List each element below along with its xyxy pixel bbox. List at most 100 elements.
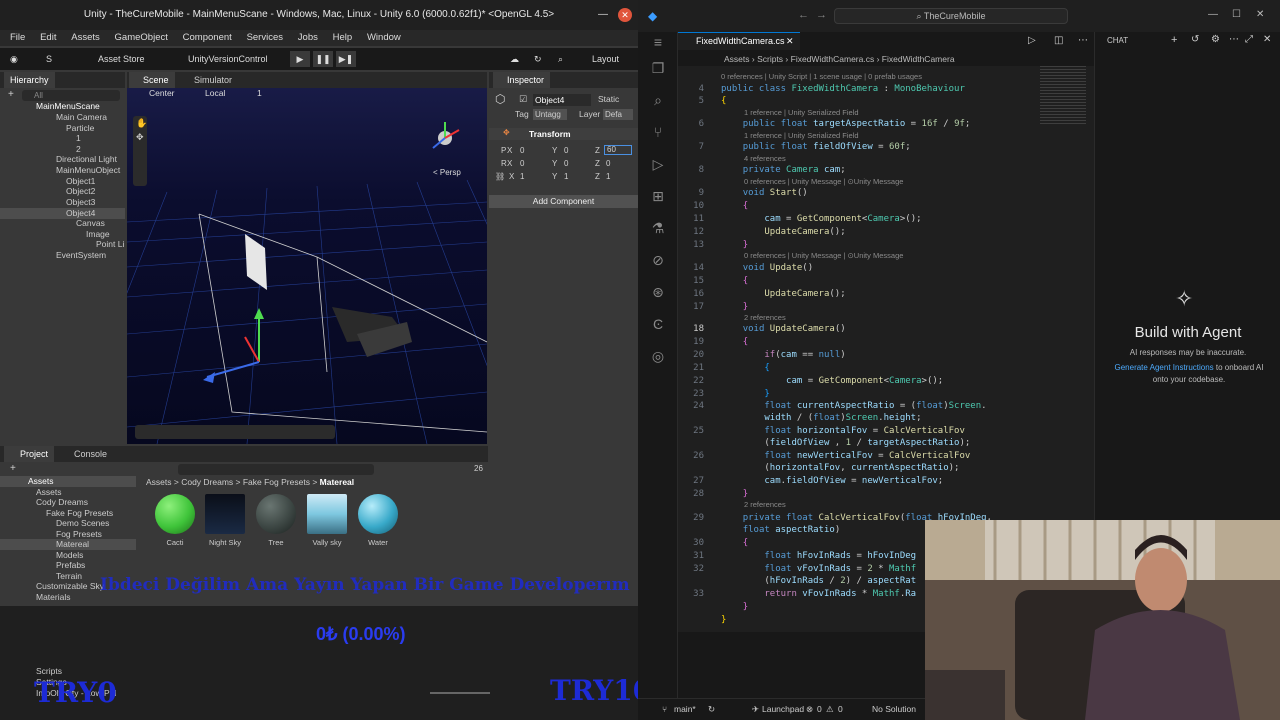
error-count[interactable]: 0: [817, 699, 822, 719]
hierarchy-item[interactable]: Point Li: [0, 239, 124, 250]
search-icon[interactable]: ⌕: [558, 51, 563, 67]
maximize-panel-icon[interactable]: ⤢: [1245, 34, 1253, 45]
github-icon[interactable]: ◎: [650, 348, 666, 364]
hierarchy-item[interactable]: 1: [0, 133, 81, 144]
hierarchy-item[interactable]: Canvas: [0, 218, 105, 229]
settings-icon[interactable]: ⚙: [1211, 34, 1220, 45]
hierarchy-item[interactable]: Object2: [0, 186, 95, 197]
tree-item[interactable]: Fake Fog Presets: [0, 508, 113, 519]
zoom-slider[interactable]: [430, 692, 490, 694]
split-editor-icon[interactable]: ◫: [1054, 35, 1063, 46]
tree-item[interactable]: Materials: [0, 592, 70, 603]
persp-label[interactable]: < Persp: [433, 168, 461, 177]
hierarchy-item[interactable]: MainMenuObject: [0, 165, 120, 176]
step-button[interactable]: ▶❚: [336, 51, 356, 67]
layer-dropdown[interactable]: Defa: [603, 109, 633, 120]
hierarchy-item[interactable]: MainMenuScane: [0, 101, 125, 112]
minimize-icon[interactable]: —: [598, 0, 608, 30]
generate-instructions-link[interactable]: Generate Agent Instructions: [1115, 363, 1214, 372]
rotation-x-field[interactable]: 0: [520, 159, 524, 168]
space-dropdown[interactable]: Local: [205, 88, 225, 98]
menu-component[interactable]: Component: [177, 30, 238, 46]
tag-dropdown[interactable]: Untagg: [533, 109, 567, 120]
asset-item[interactable]: Vally sky: [306, 494, 348, 547]
asset-item[interactable]: Tree: [255, 494, 297, 547]
extensions-icon[interactable]: ⊞: [650, 188, 666, 204]
crumb[interactable]: Cody Dreams: [181, 477, 233, 487]
crumb[interactable]: Fake Fog Presets: [243, 477, 310, 487]
menu-edit[interactable]: Edit: [34, 30, 62, 46]
tab-hierarchy[interactable]: Hierarchy: [4, 72, 55, 88]
tree-item[interactable]: Fog Presets: [0, 529, 102, 540]
solution-status[interactable]: No Solution: [872, 699, 916, 719]
maximize-icon[interactable]: ☐: [1232, 9, 1241, 20]
play-button[interactable]: ▶: [290, 51, 310, 67]
rotation-y-field[interactable]: 0: [564, 159, 568, 168]
crumb[interactable]: Scripts: [757, 54, 783, 64]
add-asset-icon[interactable]: +: [10, 463, 16, 474]
tab-console[interactable]: Console: [58, 446, 113, 462]
tree-item[interactable]: Scripts: [0, 666, 62, 677]
gizmo-icon[interactable]: [427, 120, 463, 156]
copilot-icon[interactable]: Ͼ: [650, 316, 666, 332]
hierarchy-search[interactable]: All: [22, 90, 120, 101]
version-control-button[interactable]: UnityVersionControl: [188, 51, 268, 67]
forward-icon[interactable]: →: [816, 9, 827, 21]
remote-icon[interactable]: ⊘: [650, 252, 666, 268]
editor-tab[interactable]: FixedWidthCamera.cs ✕: [678, 32, 800, 50]
layout-dropdown[interactable]: Layout: [592, 51, 619, 67]
transform-header[interactable]: ✥ Transform: [489, 128, 638, 140]
history-icon[interactable]: ↺: [1191, 34, 1199, 45]
warning-count[interactable]: 0: [838, 699, 843, 719]
tree-item[interactable]: Customizable Sky: [0, 581, 104, 592]
crumb[interactable]: Assets: [146, 477, 172, 487]
run-debug-icon[interactable]: ▷: [650, 156, 666, 172]
hierarchy-item[interactable]: Particle: [0, 123, 94, 134]
close-tab-icon[interactable]: ✕: [786, 33, 794, 49]
scale-link-icon[interactable]: ⛓: [495, 172, 505, 181]
close-panel-icon[interactable]: ✕: [1263, 34, 1271, 45]
tree-item[interactable]: Matereal: [0, 539, 136, 550]
scale-z-field[interactable]: 1: [606, 172, 610, 181]
tree-item[interactable]: Demo Scenes: [0, 518, 109, 529]
tab-scene[interactable]: Scene: [129, 72, 175, 88]
position-z-field[interactable]: 60: [604, 145, 632, 155]
crumb[interactable]: Assets: [724, 54, 750, 64]
add-component-button[interactable]: Add Component: [489, 195, 638, 208]
asset-item[interactable]: Cacti: [154, 494, 196, 547]
more-icon[interactable]: ⋯: [1229, 34, 1239, 45]
tree-item[interactable]: Assets: [0, 487, 62, 498]
menu-jobs[interactable]: Jobs: [292, 30, 324, 46]
move-tool-icon[interactable]: ✥: [136, 132, 144, 143]
tree-item[interactable]: Prefabs: [0, 560, 85, 571]
close-window-icon[interactable]: ✕: [1256, 9, 1264, 20]
tab-inspector[interactable]: Inspector: [493, 72, 551, 88]
position-x-field[interactable]: 0: [520, 146, 546, 155]
hierarchy-item[interactable]: Object4: [0, 208, 125, 219]
search-icon[interactable]: ⌕: [650, 92, 666, 108]
hierarchy-item[interactable]: Main Camera: [0, 112, 107, 123]
position-y-field[interactable]: 0: [564, 146, 590, 155]
close-window-icon[interactable]: ✕: [618, 8, 632, 22]
account-icon[interactable]: ◉: [10, 51, 18, 67]
docker-icon[interactable]: ⊛: [650, 284, 666, 300]
menu-file[interactable]: File: [0, 30, 31, 46]
menu-assets[interactable]: Assets: [65, 30, 106, 46]
object-name-field[interactable]: Object4: [533, 94, 591, 106]
back-icon[interactable]: ←: [798, 9, 809, 21]
explorer-icon[interactable]: ❐: [650, 60, 666, 76]
asset-store-button[interactable]: Asset Store: [98, 51, 145, 67]
menu-services[interactable]: Services: [241, 30, 289, 46]
grid-snap-value[interactable]: 1: [257, 88, 262, 98]
tab-simulator[interactable]: Simulator: [182, 72, 238, 88]
menu-gameobject[interactable]: GameObject: [109, 30, 174, 46]
hand-tool-icon[interactable]: ✋: [136, 118, 147, 129]
hierarchy-item[interactable]: Directional Light: [0, 154, 117, 165]
more-icon[interactable]: ⋯: [1078, 35, 1088, 46]
cloud-icon[interactable]: ☁: [510, 51, 519, 67]
hierarchy-item[interactable]: 2: [0, 144, 81, 155]
menu-window[interactable]: Window: [361, 30, 407, 46]
rotation-z-field[interactable]: 0: [606, 159, 610, 168]
static-toggle[interactable]: Static: [598, 94, 619, 104]
menu-icon[interactable]: ≡: [650, 34, 666, 50]
